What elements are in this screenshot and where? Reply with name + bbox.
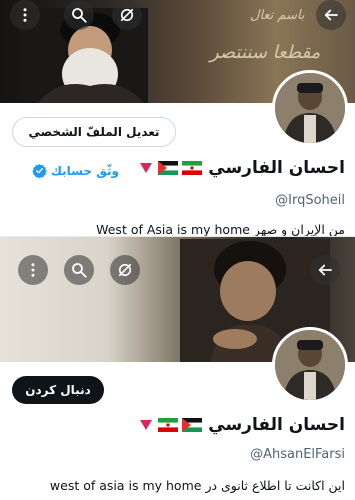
hide-button[interactable] xyxy=(110,255,140,285)
red-triangle-icon xyxy=(140,419,153,430)
display-name: احسان الفارسي xyxy=(208,415,345,435)
avatar-image xyxy=(275,330,345,400)
avatar[interactable] xyxy=(272,70,348,146)
flag-iran-icon xyxy=(158,418,179,432)
more-button[interactable] xyxy=(18,255,48,285)
hide-icon xyxy=(118,263,132,277)
flag-iran-icon xyxy=(182,161,203,175)
verify-account-link[interactable]: وثّق حسابك xyxy=(32,163,119,178)
back-button[interactable] xyxy=(310,255,340,285)
search-icon xyxy=(72,263,87,278)
handle: @IrqSoheil xyxy=(275,193,345,208)
avatar-image xyxy=(275,73,345,143)
verified-badge-icon xyxy=(32,163,47,178)
bio: West of Asia is my home من الإيران و صهر xyxy=(96,222,345,237)
more-icon xyxy=(23,8,27,22)
calligraphy-line2: مقطعا سننتصر xyxy=(210,42,321,63)
back-arrow-icon xyxy=(324,9,338,21)
search-button[interactable] xyxy=(64,0,94,30)
edit-profile-button[interactable]: تعديل الملفّ الشخصي xyxy=(12,117,176,147)
bio: west of asia is my home اين اكانت تا اطل… xyxy=(49,478,345,493)
name-row: احسان الفارسي xyxy=(140,415,345,435)
more-icon xyxy=(31,263,35,277)
avatar[interactable] xyxy=(272,327,348,403)
profile-panel-top: باسم تعال مقطعا سننتصر تعديل الملفّ الشخ… xyxy=(0,0,355,237)
handle: @AhsanElFarsi xyxy=(250,447,345,462)
more-button[interactable] xyxy=(10,0,40,30)
search-icon xyxy=(72,8,87,23)
calligraphy-line1: باسم تعال xyxy=(250,8,305,23)
display-name: احسان الفارسي xyxy=(208,158,345,178)
hide-icon xyxy=(120,8,134,22)
back-button[interactable] xyxy=(316,0,346,30)
verify-label: وثّق حسابك xyxy=(51,163,120,178)
flag-palestine-icon xyxy=(182,418,203,432)
red-triangle-icon xyxy=(140,162,153,173)
hide-button[interactable] xyxy=(112,0,142,30)
name-row: احسان الفارسي xyxy=(140,158,345,178)
flag-palestine-icon xyxy=(158,161,179,175)
follow-button[interactable]: دنبال کردن xyxy=(12,376,104,404)
back-arrow-icon xyxy=(318,264,332,276)
profile-panel-bottom: دنبال کردن احسان الفارسي @AhsanElFarsi w… xyxy=(0,237,355,500)
search-button[interactable] xyxy=(64,255,94,285)
